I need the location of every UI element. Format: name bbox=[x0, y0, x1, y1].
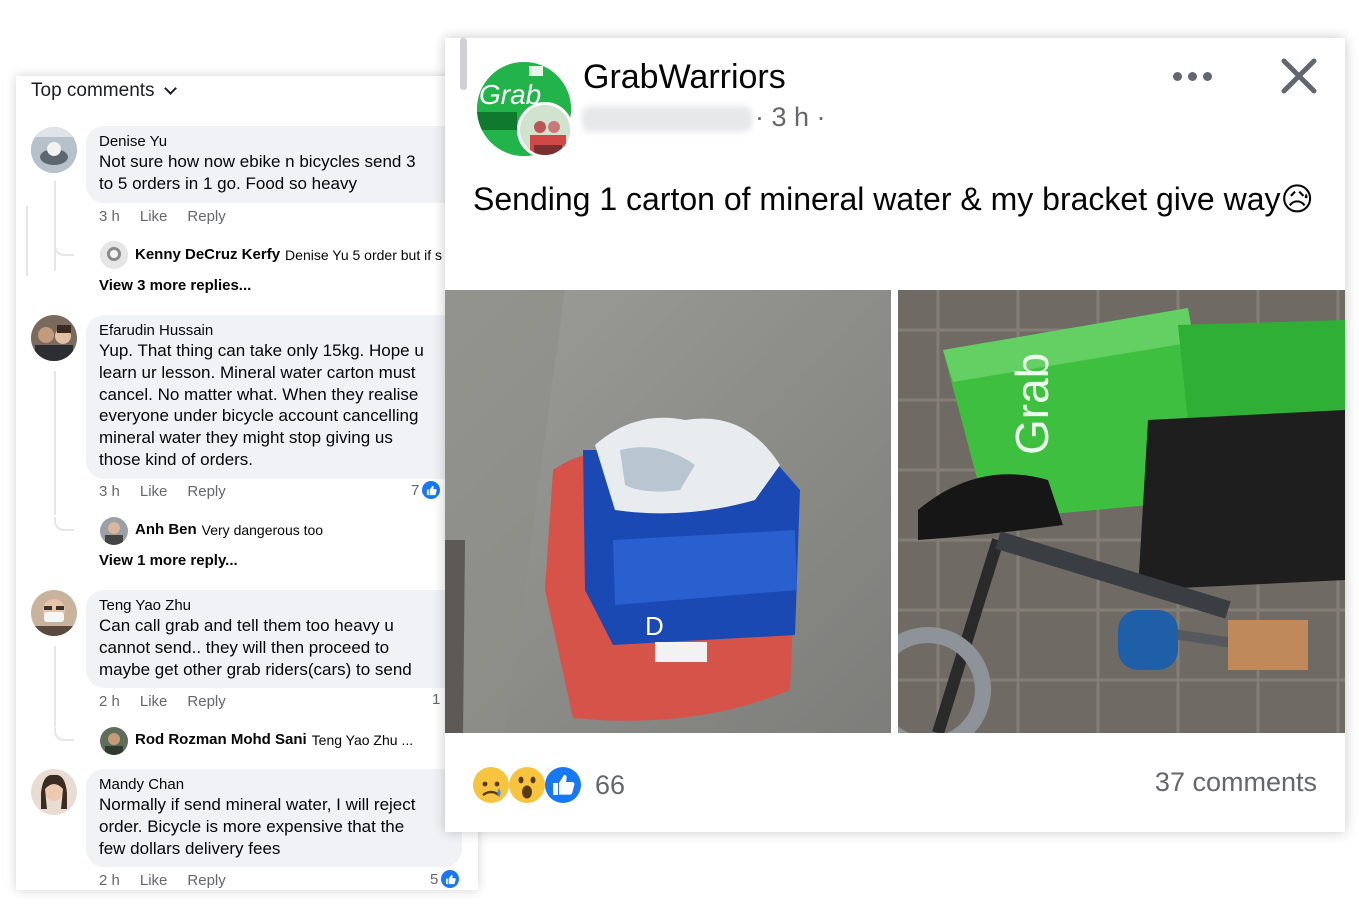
comment-like-count[interactable]: 1 bbox=[432, 691, 440, 708]
comment-actions: 2 h Like Reply bbox=[99, 693, 226, 710]
comment-bubble: Denise Yu Not sure how now ebike n bicyc… bbox=[86, 126, 478, 203]
reply-text: Teng Yao Zhu ... bbox=[311, 731, 414, 748]
avatar[interactable] bbox=[100, 241, 128, 269]
comment-time[interactable]: 2 h bbox=[99, 872, 120, 889]
reply-text: Very dangerous too bbox=[201, 521, 324, 538]
comments-count-link[interactable]: 37 comments bbox=[1155, 767, 1317, 798]
close-button[interactable] bbox=[1279, 56, 1319, 96]
post-card: Grab GrabWarriors · 3 h · Sending 1 cart… bbox=[445, 38, 1345, 832]
comment-text: Yup. That thing can take only 15kg. Hope… bbox=[99, 341, 424, 469]
thread-elbow bbox=[54, 242, 74, 256]
view-more-replies[interactable]: View 3 more replies... bbox=[99, 277, 251, 294]
reactions-summary[interactable]: 66 bbox=[471, 765, 625, 805]
author-name-redacted bbox=[582, 106, 752, 132]
comment-like-count[interactable]: 5 bbox=[430, 870, 460, 888]
thread-line bbox=[54, 181, 56, 271]
avatar[interactable] bbox=[31, 590, 77, 636]
sad-reaction-icon bbox=[473, 767, 509, 803]
comment-author[interactable]: Mandy Chan bbox=[99, 775, 448, 794]
reply-preview[interactable]: Rod Rozman Mohd Sani Teng Yao Zhu ... bbox=[126, 731, 413, 748]
reply-author[interactable]: Kenny DeCruz Kerfy bbox=[135, 246, 280, 263]
like-link[interactable]: Like bbox=[140, 483, 168, 500]
more-icon bbox=[1188, 71, 1197, 81]
author-avatar[interactable] bbox=[517, 102, 573, 158]
avatar[interactable] bbox=[100, 727, 128, 755]
thread-elbow bbox=[54, 727, 74, 741]
reply-author[interactable]: Anh Ben bbox=[135, 521, 197, 538]
post-photo-water-carton[interactable]: D bbox=[445, 290, 891, 733]
like-count-value: 1 bbox=[432, 691, 441, 708]
comment-actions: 2 h Like Reply bbox=[99, 872, 226, 889]
group-name[interactable]: GrabWarriors bbox=[583, 58, 786, 97]
reply-text: Denise Yu 5 order but if s bbox=[285, 246, 442, 263]
comment-text: Not sure how now ebike n bicycles send 3… bbox=[99, 152, 416, 193]
more-icon bbox=[1173, 71, 1182, 81]
like-reaction-icon bbox=[545, 767, 581, 803]
thread-elbow bbox=[54, 517, 74, 531]
view-more-replies[interactable]: View 1 more reply... bbox=[99, 552, 238, 569]
thread-line bbox=[26, 206, 28, 276]
comment-text: Can call grab and tell them too heavy u … bbox=[99, 616, 412, 679]
comment-author[interactable]: Denise Yu bbox=[99, 132, 464, 151]
reply-preview[interactable]: Anh Ben Very dangerous too bbox=[126, 521, 323, 538]
scrollbar-thumb[interactable] bbox=[460, 38, 467, 90]
post-timestamp[interactable]: · 3 h · bbox=[755, 102, 826, 133]
svg-text:D: D bbox=[645, 611, 664, 641]
comment-bubble: Mandy Chan Normally if send mineral wate… bbox=[86, 769, 462, 868]
thread-line bbox=[54, 371, 56, 515]
post-text: Sending 1 carton of mineral water & my b… bbox=[473, 181, 1314, 217]
chevron-down-icon bbox=[163, 82, 177, 95]
sort-comments-dropdown[interactable]: Top comments bbox=[31, 80, 177, 102]
sort-label: Top comments bbox=[31, 80, 155, 101]
reply-link[interactable]: Reply bbox=[187, 483, 225, 500]
like-link[interactable]: Like bbox=[140, 872, 168, 889]
comment-actions: 3 h Like Reply bbox=[99, 483, 226, 500]
reply-link[interactable]: Reply bbox=[187, 693, 225, 710]
avatar[interactable] bbox=[100, 517, 128, 545]
thread-line bbox=[54, 646, 56, 726]
like-link[interactable]: Like bbox=[140, 208, 168, 225]
comment-text: Normally if send mineral water, I will r… bbox=[99, 795, 416, 858]
comment-bubble: Efarudin Hussain Yup. That thing can tak… bbox=[86, 315, 478, 479]
avatar[interactable] bbox=[31, 769, 77, 815]
comments-panel: Top comments Denise Yu Not sure how now … bbox=[16, 76, 478, 890]
reply-author[interactable]: Rod Rozman Mohd Sani bbox=[135, 731, 307, 748]
comment-author[interactable]: Efarudin Hussain bbox=[99, 321, 464, 340]
comment-like-count[interactable]: 7 bbox=[411, 481, 441, 499]
comment-time[interactable]: 3 h bbox=[99, 208, 120, 225]
comment-author[interactable]: Teng Yao Zhu bbox=[99, 596, 464, 615]
reply-preview[interactable]: Kenny DeCruz Kerfy Denise Yu 5 order but… bbox=[126, 246, 442, 263]
like-icon bbox=[422, 481, 441, 499]
like-count-value: 7 bbox=[411, 481, 420, 499]
comment-time[interactable]: 3 h bbox=[99, 483, 120, 500]
wow-reaction-icon bbox=[509, 767, 545, 803]
more-options-button[interactable] bbox=[1173, 66, 1213, 86]
reply-link[interactable]: Reply bbox=[187, 208, 225, 225]
like-count-value: 5 bbox=[430, 870, 439, 888]
avatar[interactable] bbox=[31, 315, 77, 361]
close-icon bbox=[1281, 58, 1317, 94]
like-icon bbox=[441, 870, 460, 888]
comment-time[interactable]: 2 h bbox=[99, 693, 120, 710]
avatar[interactable] bbox=[31, 127, 77, 173]
reply-link[interactable]: Reply bbox=[187, 872, 225, 889]
more-icon bbox=[1203, 71, 1212, 81]
comment-bubble: Teng Yao Zhu Can call grab and tell them… bbox=[86, 590, 478, 689]
post-photo-bike-bags[interactable]: Grab bbox=[898, 290, 1345, 733]
reaction-count: 66 bbox=[595, 769, 626, 800]
bag-grab-text: Grab bbox=[1006, 353, 1058, 455]
like-link[interactable]: Like bbox=[140, 693, 168, 710]
comment-actions: 3 h Like Reply bbox=[99, 208, 226, 225]
